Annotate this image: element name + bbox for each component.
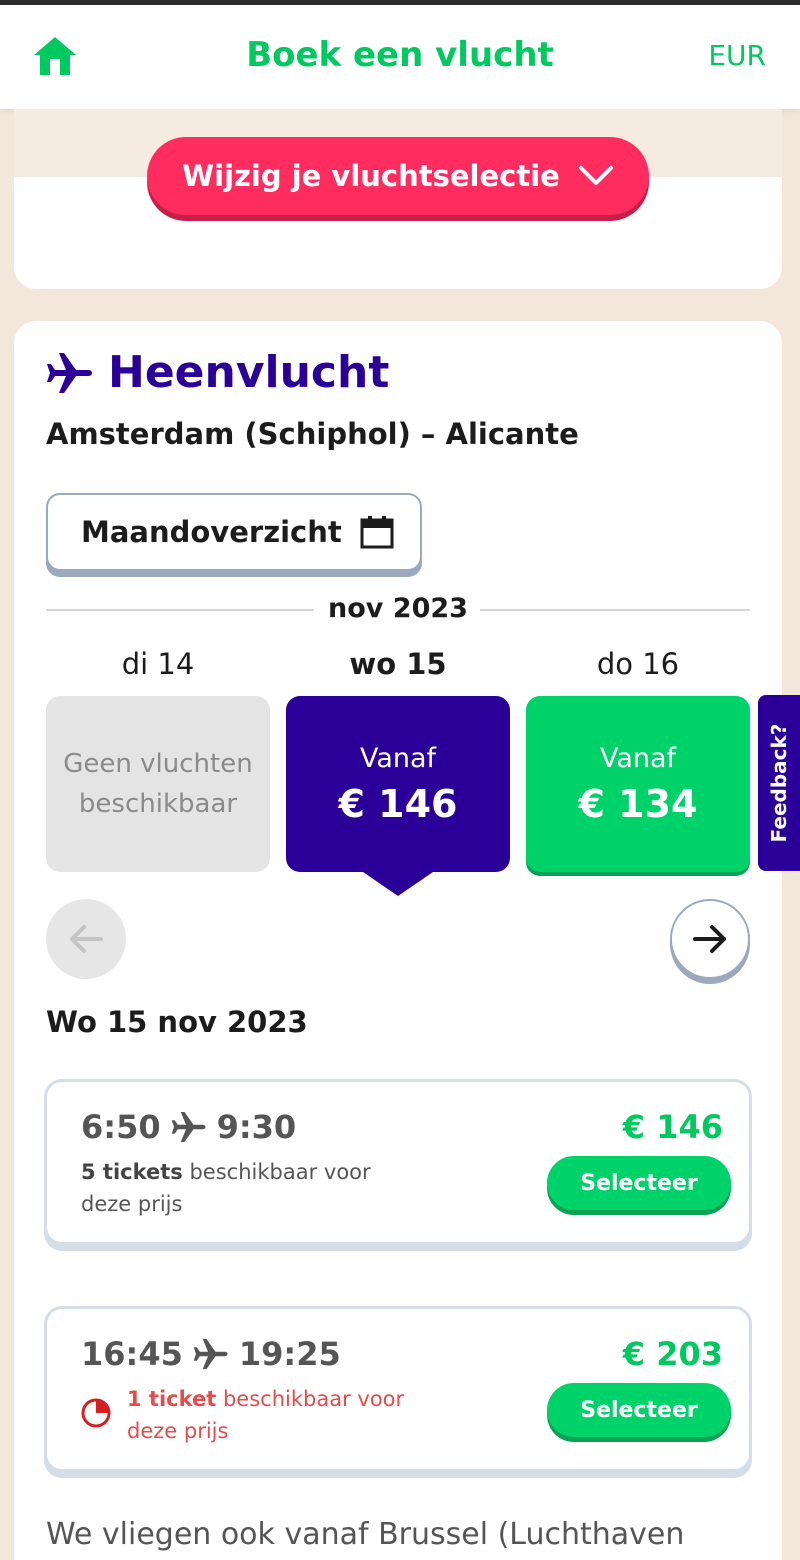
- feedback-tab[interactable]: Feedback?: [758, 695, 800, 871]
- alternative-airport-text: We vliegen ook vanaf Brussel (Luchthaven: [46, 1517, 685, 1552]
- day-label-prev: di 14: [121, 647, 195, 681]
- selected-date-heading: Wo 15 nov 2023: [46, 1005, 308, 1039]
- day-price: € 134: [578, 781, 698, 826]
- flight-option: 6:50 9:30 5 tickets beschikbaar voor dez…: [44, 1079, 752, 1245]
- day-from-label: Vanaf: [599, 742, 677, 774]
- plane-icon: [193, 1339, 228, 1369]
- next-days-button[interactable]: [670, 899, 750, 979]
- ticket-count: 5 tickets: [81, 1160, 183, 1184]
- month-overview-button[interactable]: Maandoverzicht: [46, 493, 422, 571]
- flight-option: 16:45 19:25 1 ticket beschikbaar voor de…: [44, 1306, 752, 1472]
- page-title: Boek een vlucht: [246, 35, 554, 75]
- outbound-heading: Heenvlucht: [46, 347, 389, 398]
- day-label-next: do 16: [596, 647, 680, 681]
- arrival-time: 19:25: [238, 1335, 341, 1373]
- flight-price: € 146: [622, 1108, 723, 1146]
- route-text: Amsterdam (Schiphol) – Alicante: [46, 417, 579, 451]
- calendar-icon: [360, 516, 394, 549]
- month-divider-right: [480, 609, 750, 611]
- flight-times: 16:45 19:25: [81, 1335, 341, 1373]
- outbound-flight-card: Heenvlucht Amsterdam (Schiphol) – Alican…: [14, 321, 782, 1560]
- no-flights-text-line2: beschikbaar: [78, 789, 238, 819]
- change-selection-label: Wijzig je vluchtselectie: [182, 159, 560, 193]
- select-flight-button[interactable]: Selecteer: [547, 1383, 731, 1437]
- plane-icon: [47, 352, 92, 393]
- flight-selection-card: Wijzig je vluchtselectie: [14, 109, 782, 289]
- previous-days-button: [46, 899, 126, 979]
- flight-price: € 203: [622, 1335, 723, 1373]
- ticket-availability: 5 tickets beschikbaar voor deze prijs: [81, 1156, 381, 1220]
- app-header: Boek een vlucht EUR: [0, 5, 800, 109]
- departure-time: 16:45: [81, 1335, 183, 1373]
- outbound-title: Heenvlucht: [108, 347, 390, 398]
- feedback-label: Feedback?: [767, 723, 791, 843]
- arrival-time: 9:30: [216, 1108, 297, 1146]
- currency-selector[interactable]: EUR: [708, 39, 766, 72]
- arrow-right-icon: [693, 925, 726, 953]
- ticket-availability: 1 ticket beschikbaar voor deze prijs: [127, 1383, 427, 1447]
- ticket-count: 1 ticket: [127, 1387, 217, 1411]
- day-from-label: Vanaf: [359, 742, 437, 774]
- select-flight-button[interactable]: Selecteer: [547, 1156, 731, 1210]
- chevron-down-icon: [578, 166, 613, 185]
- day-option-unavailable: Geen vluchten beschikbaar: [46, 696, 270, 872]
- flight-times: 6:50 9:30: [81, 1108, 296, 1146]
- no-flights-text-line1: Geen vluchten: [63, 749, 253, 779]
- plane-icon: [171, 1112, 206, 1142]
- departure-time: 6:50: [81, 1108, 161, 1146]
- day-label-selected: wo 15: [349, 647, 447, 681]
- day-option-selected[interactable]: Vanaf € 146: [286, 696, 510, 896]
- change-selection-button[interactable]: Wijzig je vluchtselectie: [147, 137, 649, 215]
- month-overview-label: Maandoverzicht: [81, 515, 342, 549]
- day-price: € 146: [338, 781, 458, 826]
- day-option-next[interactable]: Vanaf € 134: [526, 696, 750, 872]
- low-availability-icon: [80, 1397, 112, 1429]
- arrow-left-icon: [70, 925, 103, 953]
